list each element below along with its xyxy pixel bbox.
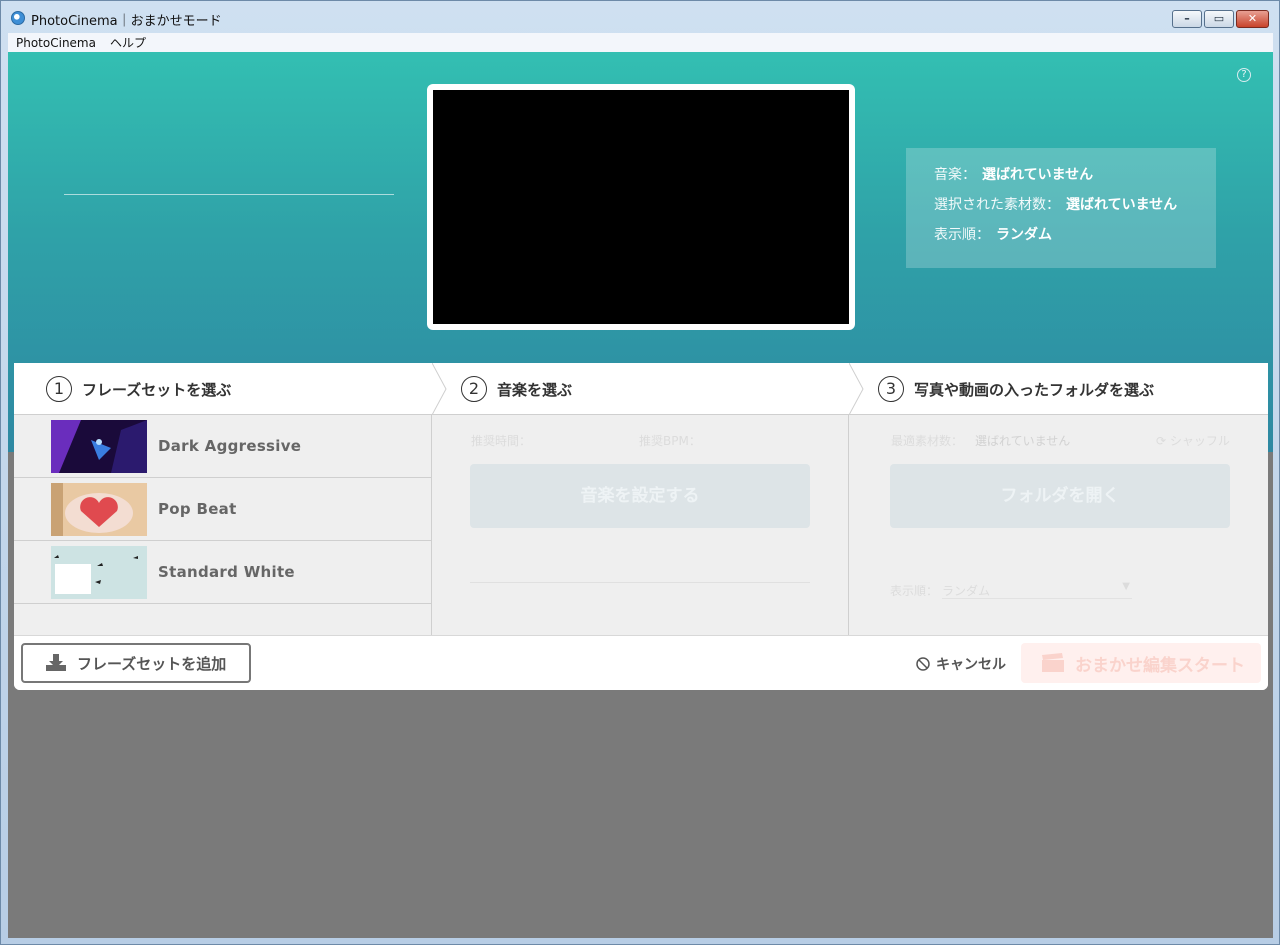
title-bar: PhotoCinema｜おまかせモード – ▭ ✕ xyxy=(1,1,1279,33)
phrase-item-standard-white[interactable]: Standard White xyxy=(14,541,431,604)
shuffle-toggle[interactable]: ⟳ シャッフル xyxy=(1156,432,1230,449)
hero-divider xyxy=(64,194,394,195)
recommended-bpm-label: 推奨BPM： xyxy=(639,434,701,448)
cancel-icon xyxy=(916,657,930,671)
start-edit-button[interactable]: おまかせ編集スタート xyxy=(1021,643,1261,683)
minimize-icon: – xyxy=(1184,12,1190,25)
maximize-button[interactable]: ▭ xyxy=(1204,10,1234,28)
step-1-label: フレーズセットを選ぶ xyxy=(82,380,232,399)
step-3-label: 写真や動画の入ったフォルダを選ぶ xyxy=(914,380,1155,399)
download-icon xyxy=(46,654,66,671)
step-chevron-2 xyxy=(849,363,864,415)
info-order: 表示順： ランダム xyxy=(934,224,1216,254)
step-1-number: 1 xyxy=(46,376,72,402)
panel-body: Dark Aggressive Pop Beat Standard White … xyxy=(14,415,1268,635)
phrase-label: Pop Beat xyxy=(158,500,237,518)
pop-beat-thumbnail xyxy=(51,483,147,536)
preview-screen xyxy=(433,90,849,324)
step-2: 2 音楽を選ぶ xyxy=(461,363,572,415)
chevron-down-icon: ▼ xyxy=(1122,581,1130,592)
folder-column: 最適素材数： 選ばれていません ⟳ シャッフル フォルダを開く 表示順： ランダ… xyxy=(850,415,1268,635)
app-icon xyxy=(11,11,25,25)
music-divider xyxy=(470,582,810,583)
info-music: 音楽： 選ばれていません xyxy=(934,164,1216,194)
info-order-value: ランダム xyxy=(996,227,1052,243)
help-icon[interactable]: ? xyxy=(1237,68,1251,82)
optimal-count-label: 最適素材数： xyxy=(891,434,964,448)
step-1: 1 フレーズセットを選ぶ xyxy=(46,363,231,415)
dark-aggressive-thumbnail xyxy=(51,420,147,473)
display-order-value: ランダム xyxy=(942,584,991,598)
step-3: 3 写真や動画の入ったフォルダを選ぶ xyxy=(878,363,1154,415)
step-2-label: 音楽を選ぶ xyxy=(497,380,573,399)
clapperboard-icon xyxy=(1042,653,1064,672)
optimal-count-value: 選ばれていません xyxy=(975,434,1071,448)
phrase-label: Standard White xyxy=(158,563,295,581)
step-header: 1 フレーズセットを選ぶ 2 音楽を選ぶ 3 写真や動画の入ったフォルダを選ぶ xyxy=(14,363,1268,415)
video-preview xyxy=(427,84,855,330)
phrase-label: Dark Aggressive xyxy=(158,437,302,455)
set-music-button[interactable]: 音楽を設定する xyxy=(470,464,810,528)
shuffle-label: シャッフル xyxy=(1169,434,1230,448)
step-chevron-1 xyxy=(432,363,447,415)
cancel-button[interactable]: キャンセル xyxy=(916,654,1006,674)
info-order-label: 表示順： xyxy=(934,227,990,243)
standard-white-thumbnail xyxy=(51,546,147,599)
step-3-number: 3 xyxy=(878,376,904,402)
phrase-item-dark-aggressive[interactable]: Dark Aggressive xyxy=(14,415,431,478)
cancel-label: キャンセル xyxy=(936,657,1006,673)
close-button[interactable]: ✕ xyxy=(1236,10,1269,28)
info-count: 選択された素材数： 選ばれていません xyxy=(934,194,1216,224)
start-edit-label: おまかせ編集スタート xyxy=(1075,655,1245,676)
info-count-value: 選ばれていません xyxy=(1066,197,1178,213)
display-order-label: 表示順： xyxy=(890,584,939,598)
display-order-select[interactable]: ランダム ▼ xyxy=(942,579,1132,599)
info-count-label: 選択された素材数： xyxy=(934,197,1060,213)
music-column: 推奨時間： 推奨BPM： 音楽を設定する xyxy=(433,415,849,635)
menu-item-help[interactable]: ヘルプ xyxy=(110,34,146,51)
footer-bar: フレーズセットを追加 キャンセル おまかせ編集スタート xyxy=(14,635,1268,690)
phrase-list: Dark Aggressive Pop Beat Standard White xyxy=(14,415,432,635)
menu-bar: PhotoCinema ヘルプ xyxy=(8,33,1273,52)
maximize-icon: ▭ xyxy=(1213,12,1225,25)
window-title: PhotoCinema｜おまかせモード xyxy=(31,14,222,29)
step-2-number: 2 xyxy=(461,376,487,402)
minimize-button[interactable]: – xyxy=(1172,10,1202,28)
menu-item-photocinema[interactable]: PhotoCinema xyxy=(16,36,96,50)
app-window: PhotoCinema｜おまかせモード – ▭ ✕ PhotoCinema ヘル… xyxy=(0,0,1280,945)
recommended-time-label: 推奨時間： xyxy=(471,434,532,448)
info-music-value: 選ばれていません xyxy=(982,167,1094,183)
shuffle-icon: ⟳ xyxy=(1156,434,1167,448)
phrase-item-pop-beat[interactable]: Pop Beat xyxy=(14,478,431,541)
open-folder-button[interactable]: フォルダを開く xyxy=(890,464,1230,528)
client-area: ? 音楽： 選ばれていません 選択された素材数： 選ばれていません 表示順： ランダム xyxy=(8,52,1273,938)
info-box: 音楽： 選ばれていません 選択された素材数： 選ばれていません 表示順： ランダム xyxy=(906,148,1216,268)
close-icon: ✕ xyxy=(1247,12,1258,25)
add-phrase-set-label: フレーズセットを追加 xyxy=(77,654,227,673)
settings-panel: 1 フレーズセットを選ぶ 2 音楽を選ぶ 3 写真や動画の入ったフォルダを選ぶ xyxy=(14,363,1268,690)
info-music-label: 音楽： xyxy=(934,167,976,183)
add-phrase-set-button[interactable]: フレーズセットを追加 xyxy=(21,643,251,683)
